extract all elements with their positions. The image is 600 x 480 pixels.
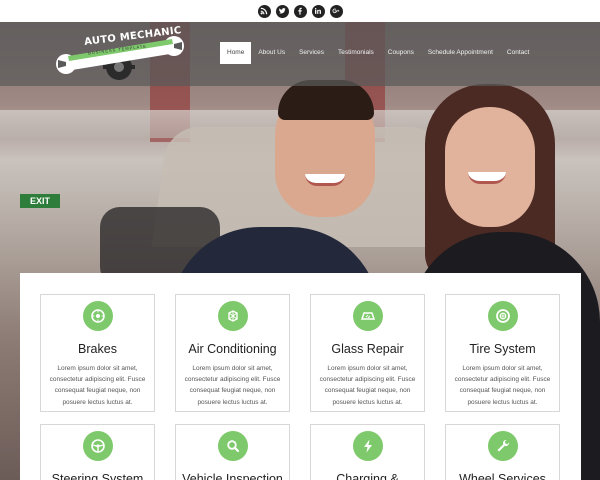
services-section: Brakes Lorem ipsum dolor sit amet, conse… (20, 273, 581, 480)
snowflake-icon (217, 301, 248, 331)
nav-contact[interactable]: Contact (500, 42, 536, 64)
nav-home[interactable]: Home (220, 42, 252, 64)
linkedin-icon[interactable] (311, 4, 325, 18)
exit-sign: EXIT (20, 194, 60, 208)
brake-disc-icon (82, 301, 113, 331)
nav-schedule-appointment[interactable]: Schedule Appointment (421, 42, 500, 64)
rss-icon[interactable] (257, 4, 271, 18)
service-description: Lorem ipsum dolor sit amet, consectetur … (319, 365, 416, 406)
service-description: Lorem ipsum dolor sit amet, consectetur … (49, 365, 146, 406)
google-plus-icon[interactable] (329, 4, 343, 18)
service-description: Lorem ipsum dolor sit amet, consectetur … (454, 365, 551, 406)
man-smile (305, 174, 345, 186)
man-hair (278, 80, 374, 120)
service-card-glass-repair[interactable]: Glass Repair Lorem ipsum dolor sit amet,… (310, 294, 425, 412)
nav-about-us[interactable]: About Us (251, 42, 292, 64)
service-title: Vehicle Inspection (182, 472, 283, 480)
tire-icon (487, 301, 518, 331)
site-header: AUTO MECHANIC BUSINESS TEMPLATE Home Abo… (0, 22, 600, 86)
service-card-brakes[interactable]: Brakes Lorem ipsum dolor sit amet, conse… (40, 294, 155, 412)
service-description: Lorem ipsum dolor sit amet, consectetur … (184, 365, 281, 406)
service-title: Air Conditioning (188, 342, 277, 356)
service-title: Glass Repair (331, 342, 404, 356)
service-title: Tire System (469, 342, 536, 356)
social-bar (0, 0, 600, 22)
woman-face (445, 107, 535, 227)
nav-coupons[interactable]: Coupons (381, 42, 421, 64)
service-card-charging[interactable]: Charging & (310, 424, 425, 480)
service-title: Charging & (336, 472, 399, 480)
service-card-wheel-services[interactable]: Wheel Services (445, 424, 560, 480)
woman-smile (468, 172, 506, 184)
service-card-steering-system[interactable]: Steering System (40, 424, 155, 480)
lightning-icon (352, 431, 383, 461)
nav-services[interactable]: Services (292, 42, 331, 64)
logo[interactable]: AUTO MECHANIC BUSINESS TEMPLATE (54, 25, 184, 83)
main-nav: Home About Us Services Testimonials Coup… (220, 42, 536, 64)
service-card-vehicle-inspection[interactable]: Vehicle Inspection (175, 424, 290, 480)
windshield-icon (352, 301, 383, 331)
nav-testimonials[interactable]: Testimonials (331, 42, 381, 64)
service-title: Brakes (78, 342, 117, 356)
steering-wheel-icon (82, 431, 113, 461)
wrench-icon (487, 431, 518, 461)
twitter-icon[interactable] (275, 4, 289, 18)
service-title: Wheel Services (459, 472, 546, 480)
service-card-tire-system[interactable]: Tire System Lorem ipsum dolor sit amet, … (445, 294, 560, 412)
magnifier-icon (217, 431, 248, 461)
facebook-icon[interactable] (293, 4, 307, 18)
service-card-air-conditioning[interactable]: Air Conditioning Lorem ipsum dolor sit a… (175, 294, 290, 412)
service-title: Steering System (51, 472, 144, 480)
